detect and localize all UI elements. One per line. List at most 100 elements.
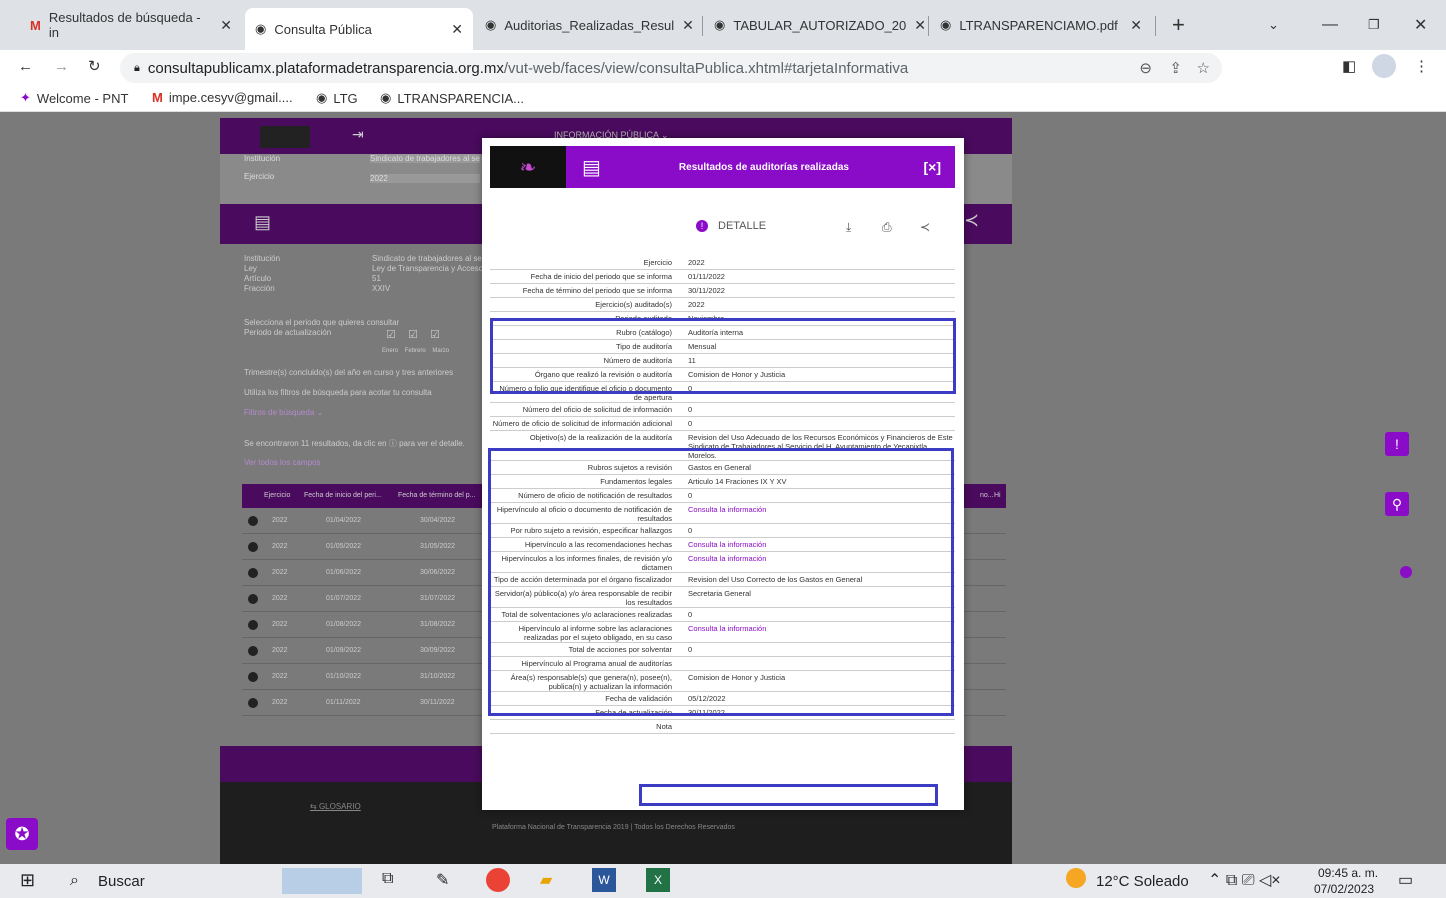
sun-icon <box>1066 868 1086 888</box>
tab-gmail[interactable]: M Resultados de búsqueda - in ✕ <box>20 8 242 42</box>
detail-label: Periodo auditado <box>615 314 672 323</box>
detail-row: Hipervínculo al informe sobre las aclara… <box>490 622 955 643</box>
globe-icon: ◉ <box>255 21 267 36</box>
accessibility-icon[interactable]: ✪ <box>6 818 38 850</box>
restore-icon[interactable]: ❐ <box>1358 8 1390 42</box>
file-explorer-icon[interactable]: ▰ <box>540 870 552 890</box>
share-icon[interactable]: ≺ <box>964 210 979 231</box>
info-icon[interactable] <box>248 620 258 630</box>
tab-label: Resultados de búsqueda - in <box>48 10 201 40</box>
excel-icon[interactable]: X <box>646 868 670 892</box>
detail-row: Servidor(a) público(a) y/o área responsa… <box>490 587 955 608</box>
weather-text[interactable]: 12°C Soleado <box>1096 873 1189 890</box>
detail-row: Nota <box>490 720 955 734</box>
zoom-icon[interactable]: ⊖ <box>1139 59 1152 77</box>
notifications-icon[interactable]: ▭ <box>1398 870 1413 890</box>
clock-date[interactable]: 07/02/2023 <box>1314 882 1374 896</box>
close-icon[interactable]: ✕ <box>220 17 232 34</box>
clock-time[interactable]: 09:45 a. m. <box>1318 866 1378 880</box>
close-icon[interactable]: ✕ <box>682 17 694 34</box>
search-icon[interactable]: ⌕ <box>70 872 79 890</box>
tab-consulta-publica[interactable]: ◉ Consulta Pública ✕ <box>245 8 473 50</box>
info-icon[interactable] <box>248 698 258 708</box>
minimize-icon[interactable]: — <box>1312 8 1348 42</box>
info-icon[interactable] <box>248 568 258 578</box>
scroll-top-icon[interactable] <box>1400 566 1412 578</box>
forward-icon[interactable]: → <box>54 58 69 75</box>
modal-close-button[interactable]: [×] <box>924 159 942 175</box>
glosario-link[interactable]: ⇆ GLOSARIO <box>310 802 361 811</box>
login-icon[interactable]: ⇥ <box>352 126 364 143</box>
detail-row: Tipo de acción determinada por el órgano… <box>490 573 955 587</box>
filtros-link[interactable]: Filtros de búsqueda ⌄ <box>244 408 323 417</box>
tab-label: Auditorias_Realizadas_Resul <box>504 17 675 33</box>
profile-avatar[interactable] <box>1372 54 1396 78</box>
print-icon[interactable]: ⎙ <box>882 220 892 235</box>
detail-link[interactable]: Consulta la información <box>680 554 955 572</box>
detail-row: Fecha de actualización 30/11/2022 <box>490 706 955 720</box>
detail-row: Fundamentos legales Articulo 14 Fraciones… <box>490 475 955 489</box>
detail-value: Auditoría interna <box>688 328 744 337</box>
word-icon[interactable]: W <box>592 868 616 892</box>
detail-label: Tipo de auditoría <box>615 342 672 351</box>
tray-icons[interactable]: ⌃ ⧉ ⎚ ◁× <box>1208 870 1281 890</box>
detail-row: Número de oficio de solicitud de informa… <box>490 417 955 431</box>
detail-value: 11 <box>688 356 696 365</box>
bookmarks-bar: ✦ Welcome - PNT Mimpe.cesyv@gmail.... ◉ LT… <box>0 86 1446 112</box>
menu-dots-icon[interactable]: ⋮ <box>1414 57 1429 75</box>
detail-link[interactable]: Consulta la información <box>680 505 955 523</box>
gmail-icon: M <box>152 90 163 105</box>
ver-todos-link[interactable]: Ver todos los campos <box>244 458 320 467</box>
table-cell: 01/11/2022 <box>326 699 361 706</box>
month-checkboxes[interactable]: ☑ ☑ ☑ <box>386 328 440 341</box>
close-icon[interactable]: ✕ <box>1130 17 1142 34</box>
globe-icon: ◉ <box>316 90 328 105</box>
table-cell: 01/06/2022 <box>326 569 362 576</box>
tab-search-icon[interactable]: ⌄ <box>1258 8 1289 42</box>
info-icon[interactable] <box>248 646 258 656</box>
bookmark-ltg[interactable]: ◉ LTG <box>316 90 358 106</box>
bookmark-ltransparencia[interactable]: ◉ LTRANSPARENCIA... <box>380 90 524 106</box>
info-icon[interactable] <box>248 672 258 682</box>
new-tab-button[interactable]: + <box>1162 8 1195 42</box>
window-close-icon[interactable]: ✕ <box>1404 8 1437 42</box>
modal-header: ❧ ▤ Resultados de auditorías realizadas … <box>490 146 955 188</box>
info-icon[interactable] <box>248 516 258 526</box>
ej-select[interactable]: 2022 <box>370 174 480 183</box>
table-cell: 30/04/2022 <box>420 517 456 524</box>
tab-auditorias[interactable]: ◉ Auditorias_Realizadas_Resul ✕ <box>475 8 700 42</box>
back-icon[interactable]: ← <box>18 58 33 75</box>
share-icon[interactable]: ≺ <box>920 220 930 234</box>
task-view-icon[interactable]: ⧉ <box>382 870 393 888</box>
windows-start-icon[interactable]: ⊞ <box>20 870 35 891</box>
alert-icon[interactable]: ! <box>1385 432 1409 456</box>
info-icon[interactable] <box>248 542 258 552</box>
search-tool-icon[interactable]: ⚲ <box>1385 492 1409 516</box>
tab-ltransparencia[interactable]: ◉ LTRANSPARENCIAMO.pdf ✕ <box>930 8 1152 42</box>
info-icon[interactable] <box>248 594 258 604</box>
detail-value: Revision del Uso Adecuado de los Recurso… <box>688 433 953 460</box>
detail-label: Por rubro sujeto a revisión, especificar… <box>510 526 672 535</box>
download-icon[interactable]: ⤓ <box>846 220 851 235</box>
reload-icon[interactable]: ↻ <box>88 57 101 75</box>
address-bar[interactable]: 🔒︎ consultapublicamx.plataformadetranspa… <box>120 53 1222 83</box>
bookmark-welcome[interactable]: ✦ Welcome - PNT <box>20 90 128 106</box>
inst-select[interactable]: Sindicato de trabajadores al se <box>370 154 480 163</box>
info-label: Ley <box>244 264 257 273</box>
table-cell: 2022 <box>272 699 288 706</box>
close-icon[interactable]: ✕ <box>914 17 926 34</box>
bookmark-gmail[interactable]: Mimpe.cesyv@gmail.... <box>152 90 293 105</box>
table-cell: 31/05/2022 <box>420 543 456 550</box>
detail-link[interactable]: Consulta la información <box>680 624 955 642</box>
paint-icon[interactable]: ✎ <box>436 870 449 890</box>
tab-tabular[interactable]: ◉ TABULAR_AUTORIZADO_20 ✕ <box>704 8 926 42</box>
detail-link[interactable]: Consulta la información <box>680 540 955 551</box>
taskbar-search[interactable]: Buscar <box>98 873 145 890</box>
chrome-icon[interactable] <box>486 868 510 892</box>
close-icon[interactable]: ✕ <box>451 21 463 38</box>
share-icon[interactable]: ⇪ <box>1169 59 1182 77</box>
sidepanel-icon[interactable]: ◧ <box>1342 57 1356 75</box>
bookmark-star-icon[interactable]: ☆ <box>1197 59 1210 77</box>
detail-value: 01/11/2022 <box>688 272 725 281</box>
detail-row: Total de acciones por solventar 0 <box>490 643 955 657</box>
